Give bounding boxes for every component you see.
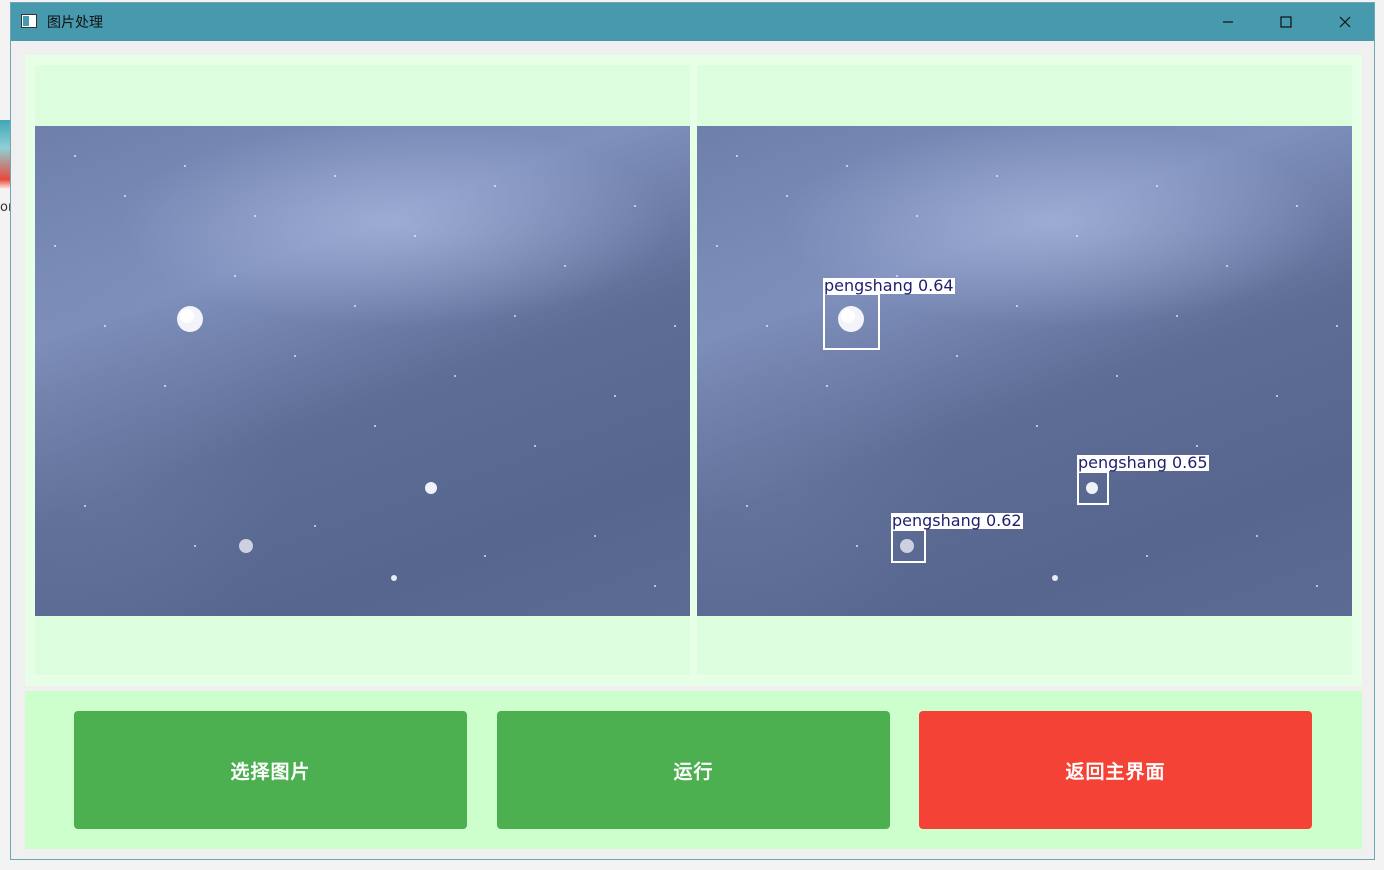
select-image-button[interactable]: 选择图片 — [74, 711, 467, 829]
minimize-button[interactable] — [1199, 3, 1257, 41]
title-bar[interactable]: 图片处理 — [11, 3, 1374, 41]
maximize-icon — [1280, 16, 1292, 28]
minimize-icon — [1223, 21, 1233, 23]
original-image — [35, 126, 690, 616]
detection-box — [1077, 471, 1109, 505]
detection-label: pengshang 0.64 — [823, 276, 955, 295]
run-button[interactable]: 运行 — [497, 711, 890, 829]
desktop-background-edge — [0, 120, 10, 190]
detection-label: pengshang 0.65 — [1077, 453, 1209, 472]
detection-box — [823, 293, 880, 350]
app-window: 图片处理 pengshang 0.64 pengshang 0.65 pengs… — [10, 2, 1375, 860]
result-image: pengshang 0.64 pengshang 0.65 pengshang … — [697, 126, 1352, 616]
detection-box — [891, 529, 926, 563]
back-to-main-button[interactable]: 返回主界面 — [919, 711, 1312, 829]
result-image-frame: pengshang 0.64 pengshang 0.65 pengshang … — [697, 65, 1352, 675]
button-panel: 选择图片 运行 返回主界面 — [25, 691, 1362, 849]
original-image-frame — [35, 65, 690, 675]
close-icon — [1339, 16, 1351, 28]
detection-label: pengshang 0.62 — [891, 511, 1023, 530]
close-button[interactable] — [1316, 3, 1374, 41]
images-panel: pengshang 0.64 pengshang 0.65 pengshang … — [25, 55, 1362, 686]
window-title: 图片处理 — [47, 15, 103, 31]
app-window-icon — [21, 14, 37, 28]
maximize-button[interactable] — [1257, 3, 1315, 41]
